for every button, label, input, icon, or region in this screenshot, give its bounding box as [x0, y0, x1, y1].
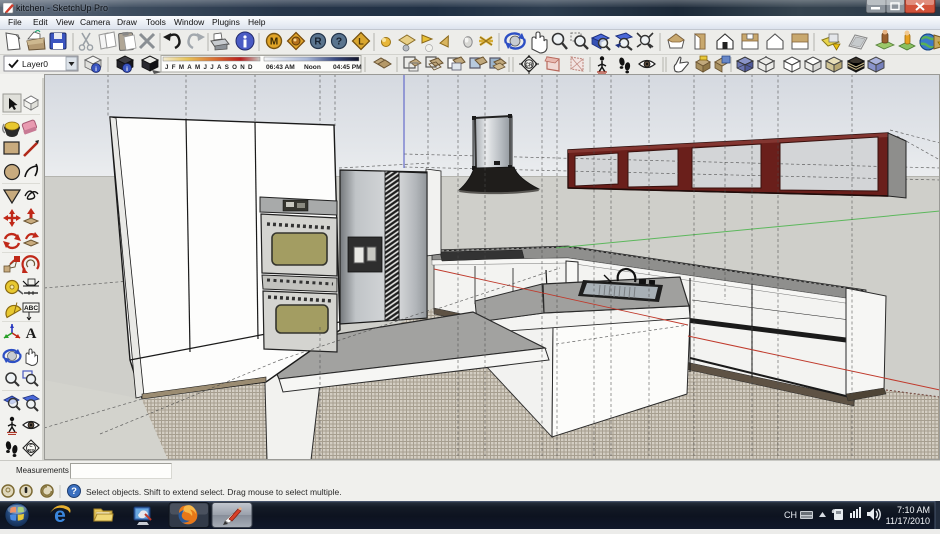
svg-text:11/17/2010: 11/17/2010	[886, 516, 930, 526]
svg-text:ABC: ABC	[24, 305, 38, 312]
svg-text:JFMAMJJASOND: JFMAMJJASOND	[165, 64, 256, 71]
svg-text:?: ?	[71, 486, 77, 497]
svg-text:Layer0: Layer0	[22, 59, 48, 69]
svg-text:i: i	[126, 66, 128, 73]
svg-text:Noon: Noon	[304, 64, 321, 71]
svg-text:7:10 AM: 7:10 AM	[897, 505, 930, 515]
svg-text:A: A	[26, 326, 37, 342]
svg-text:L: L	[358, 37, 364, 47]
svg-text:RS: RS	[28, 448, 34, 453]
svg-text:CH: CH	[784, 510, 797, 520]
svg-text:?: ?	[336, 36, 342, 48]
svg-text:06:43 AM: 06:43 AM	[266, 64, 295, 71]
svg-text:i: i	[95, 66, 97, 73]
svg-text:M: M	[270, 37, 278, 48]
svg-text:CR: CR	[525, 63, 533, 69]
svg-text:R: R	[314, 37, 322, 48]
svg-text:04:45 PM: 04:45 PM	[333, 64, 362, 71]
